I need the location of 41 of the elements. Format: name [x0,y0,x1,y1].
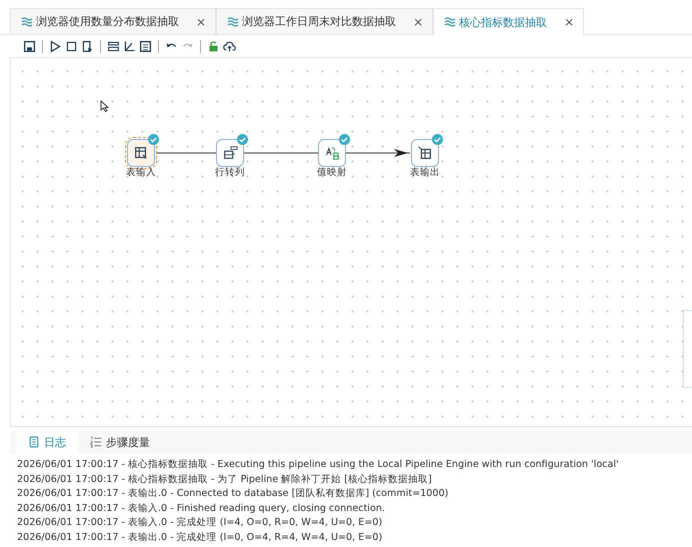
step-label: 值映射 [317,166,347,179]
save-icon[interactable] [23,40,36,52]
step-label: 表输入 [126,166,156,179]
pipeline-step-node[interactable] [216,139,244,167]
pipeline-tab[interactable]: 核心指标数据抽取 × [433,8,584,35]
log-line: 2026/06/01 17:00:17 - 表输入.0 - Finished reading query, closing connection. [17,502,385,516]
waves-icon [21,16,33,26]
panel-tab[interactable]: 日志 [16,430,78,454]
stop-icon[interactable] [65,40,78,52]
row-column-icon [222,145,238,161]
log-line: 2026/06/01 17:00:17 - 表输入.0 - 完成处理 (I=4, O=0, R=0, W=4, U=0, E=0) [17,516,382,530]
log-line: 2026/06/01 17:00:17 - 核心指标数据抽取 - Executing this pipeline using the Local Pipeline Engine with run configuration 'local' [17,458,619,472]
pipeline-step-node[interactable] [127,139,155,167]
pipeline-tab[interactable]: 浏览器使用数量分布数据抽取 × [10,8,216,34]
run-icon[interactable] [49,40,62,52]
cloud-upload-icon[interactable] [223,40,236,52]
side-panel-handle[interactable] [683,310,692,388]
table-input-icon [133,145,149,161]
pipeline-tab[interactable]: 浏览器工作日周末对比数据抽取 × [216,8,434,34]
table-output-icon [417,145,433,161]
document-icon[interactable] [81,40,94,52]
axis-icon[interactable] [123,40,136,52]
value-map-icon [324,145,340,161]
pipeline-step-node[interactable] [411,139,439,167]
pipeline-step-node[interactable] [318,139,346,167]
waves-icon [444,17,456,27]
close-button[interactable]: × [196,14,206,28]
log-line: 2026/06/01 17:00:17 - 表输出.0 - Connected to database [团队私有数据库] (commit=1000) [17,487,448,502]
panel-tab[interactable]: 步骤度量 [78,430,162,454]
log-line: 2026/06/01 17:00:17 - 表输出.0 - 完成处理 (I=0, O=4, R=4, W=4, U=0, E=0) [17,530,382,545]
step-label: 行转列 [215,166,245,179]
close-button[interactable]: × [564,15,574,29]
log-icon [28,436,40,448]
grid-icon[interactable] [107,40,120,52]
log-line: 2026/06/01 17:00:17 - 核心指标数据抽取 - 为了 Pipeline 解除补丁开始 [核心指标数据抽取] [17,472,432,487]
list-icon [90,436,102,448]
cursor-icon [100,100,109,112]
close-button[interactable]: × [413,14,424,28]
table-icon[interactable] [139,40,152,52]
waves-icon [227,16,240,26]
step-label: 表输出 [410,166,440,179]
